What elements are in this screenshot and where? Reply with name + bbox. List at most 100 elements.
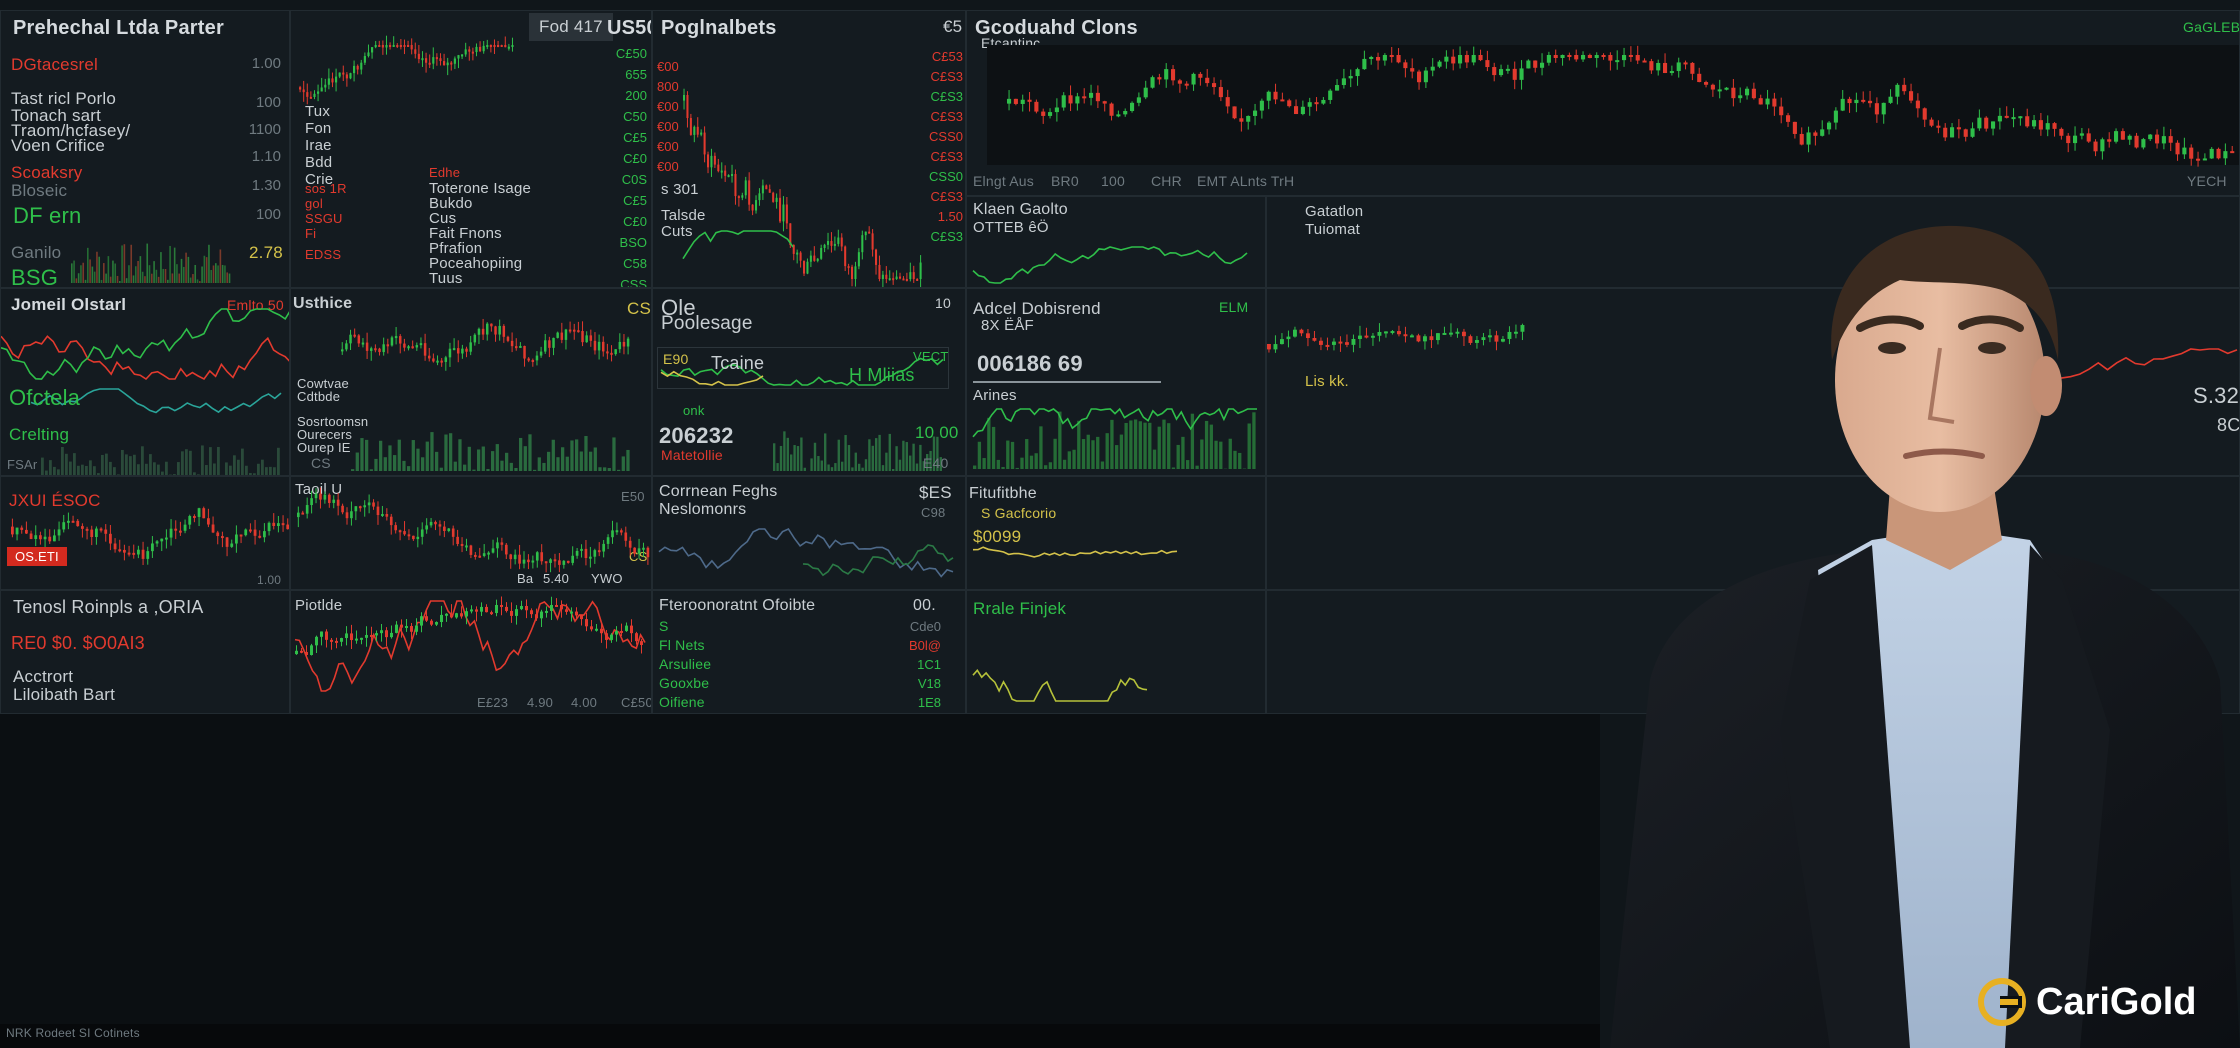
label: FSAr — [7, 457, 38, 472]
list-item: Fon — [305, 120, 332, 137]
list: Tux Fon Irae Bdd Crie — [305, 103, 333, 188]
panel-red-candles: JXUI ÉSOC OS.ETI 1.00 — [0, 476, 290, 590]
list-item: Cus — [429, 210, 457, 227]
list-item: Cdtbde — [297, 389, 341, 404]
panel-portfolio-value: Ole Poolesage 10 E90 Tcaine VECT H Mliia… — [652, 288, 966, 476]
label: RE0 $0. $O0AI3 — [11, 633, 145, 653]
panel-title: Gatatlon — [1305, 203, 1364, 220]
panel-downtrend: Poglnalbets €5 €00 800 €00 €00 €00 €00 s… — [652, 10, 966, 288]
axis-label: Ba — [517, 571, 534, 586]
value: 655 — [625, 67, 647, 82]
axis-label: C£50 — [621, 695, 652, 710]
man-in-suit-photo — [1610, 225, 2240, 1048]
value: C£S3 — [930, 229, 963, 244]
axis-label: EMT ALnts TrH — [1197, 173, 1295, 189]
panel-oscillator: Jomeil Olstarl Emlto 50 Ofctela Crelting… — [0, 288, 290, 476]
value: C£5 — [623, 130, 647, 145]
list: Cowtvae Cdtbde Sosrtoomsn Ourecers Ourep… — [297, 377, 368, 454]
axis-label: 4.90 — [527, 695, 554, 710]
list-item: EDSS — [305, 247, 342, 262]
value: €00 — [657, 59, 679, 74]
label: onk — [683, 403, 705, 418]
big-value: 206232 — [659, 423, 734, 448]
value: Cde0 — [909, 619, 941, 634]
value: C£S3 — [930, 109, 963, 124]
value: C£S3 — [930, 189, 963, 204]
label: Ofctela — [9, 385, 81, 410]
list: S Fl Nets Arsuliee Gooxbe Oifiene — [659, 617, 711, 712]
value: C£0 — [623, 151, 647, 166]
label: Liloibath Bart — [13, 685, 116, 704]
axis-label: Elngt Aus — [973, 173, 1034, 189]
list-item: Bdd — [305, 154, 333, 171]
value: CSS0 — [929, 169, 963, 184]
list-item: Pfrafion — [429, 240, 483, 257]
value: E40 — [923, 455, 949, 471]
value-column: €00 800 €00 €00 €00 €00 — [657, 57, 685, 177]
label: Lis kk. — [1305, 373, 1349, 390]
list-item: Fl Nets — [659, 637, 705, 653]
value: C£53 — [931, 49, 963, 64]
axis-label: YECH — [2187, 173, 2227, 189]
line-chart — [1, 308, 289, 475]
panel-tenosl: Tenosl Roinpls a ,ORIA RE0 $0. $O0AI3 Ac… — [0, 590, 290, 714]
axis-label: CHR — [1151, 173, 1182, 189]
label: Matetollie — [661, 447, 723, 463]
value: V18 — [917, 676, 941, 691]
panel-dividend: Adcel Dobisrend 8X ËÅF ELM 006186 69 Ari… — [966, 288, 1266, 476]
panel-title: Tenosl Roinpls a ,ORIA — [13, 597, 204, 617]
panel-volume-line: Klaen Gaolto OTTEB êÖ — [966, 196, 1266, 288]
value: CSS — [620, 277, 647, 288]
value: C0S — [621, 172, 647, 187]
highlight-tag: OS.ETI — [7, 547, 67, 566]
value: €00 — [657, 139, 679, 154]
value: C50 — [623, 109, 647, 124]
panel-usthice: Usthice Cowtvae Cdtbde Sosrtoomsn Ourece… — [290, 288, 652, 476]
line-chart — [658, 527, 954, 578]
panel-portfolio: Prehechal Ltda Parter DGtacesrel Tast ri… — [0, 10, 290, 288]
value: C58 — [623, 256, 647, 271]
panel-taoil: Taoil U E50 CS Ba 5.40 YWO — [290, 476, 652, 590]
panel-subtitle: Tuiomat — [1305, 221, 1361, 238]
value: €00 — [657, 99, 679, 114]
list-item: Irae — [305, 137, 332, 154]
line-chart — [972, 246, 1248, 284]
label: CS — [311, 455, 331, 471]
label: Edhe — [429, 165, 461, 180]
list-item: S — [659, 618, 669, 634]
list-item: gol — [305, 196, 323, 211]
list-item: Poceahopiing — [429, 255, 523, 272]
panel-watchlist: Fod 417 US50 Tux Fon Irae Bdd Crie sos 1… — [290, 10, 652, 288]
value: 10 00 — [915, 423, 959, 442]
list-item: Fi — [305, 226, 317, 241]
value: C£S3 — [930, 149, 963, 164]
value-column: C£53 C£S3 C£S3 C£S3 CSS0 C£S3 CSS0 C£S3 … — [921, 47, 963, 247]
value: 1C1 — [917, 657, 941, 672]
value-column: C£50 655 200 C50 C£5 C£0 C0S C£5 C£0 BSO… — [609, 43, 647, 288]
list-item: Bukdo — [429, 195, 473, 212]
panel-fitufit: Fitufitbhe S Gacfcorio $0099 — [966, 476, 1266, 590]
value: VECT — [913, 349, 949, 364]
axis-label: YWO — [591, 571, 623, 586]
carigold-logo: CariGold — [1978, 978, 2196, 1026]
value-column: Cde0 B0l@ 1C1 V18 1E8 — [893, 617, 941, 712]
label: E90 — [663, 351, 689, 367]
axis-label: BR0 — [1051, 173, 1079, 189]
panel-corrnean: Corrnean Feghs Neslomonrs $ES C98 — [652, 476, 966, 590]
value: C£50 — [615, 46, 647, 61]
value: C£S3 — [930, 69, 963, 84]
box-title: Tcaine — [711, 353, 765, 373]
value: H Mliias — [849, 365, 915, 385]
axis-label: 100 — [1101, 173, 1125, 189]
value: B0l@ — [909, 638, 941, 653]
panel-title: Fteroonoratnt Ofoibte — [659, 597, 816, 614]
list-item: SSGU — [305, 211, 343, 226]
panel-piotlde: Piotlde E£23 4.90 4.00 C£50 — [290, 590, 652, 714]
screen-lower-frame — [0, 714, 1600, 1024]
value: C£5 — [623, 193, 647, 208]
list-item: Arsuliee — [659, 656, 712, 672]
label: Cuts — [661, 223, 693, 240]
volume-bars — [71, 243, 231, 283]
panel-rrale: Rrale Finjek — [966, 590, 1266, 714]
red-list: sos 1R gol SSGU Fi EDSS — [305, 181, 347, 262]
